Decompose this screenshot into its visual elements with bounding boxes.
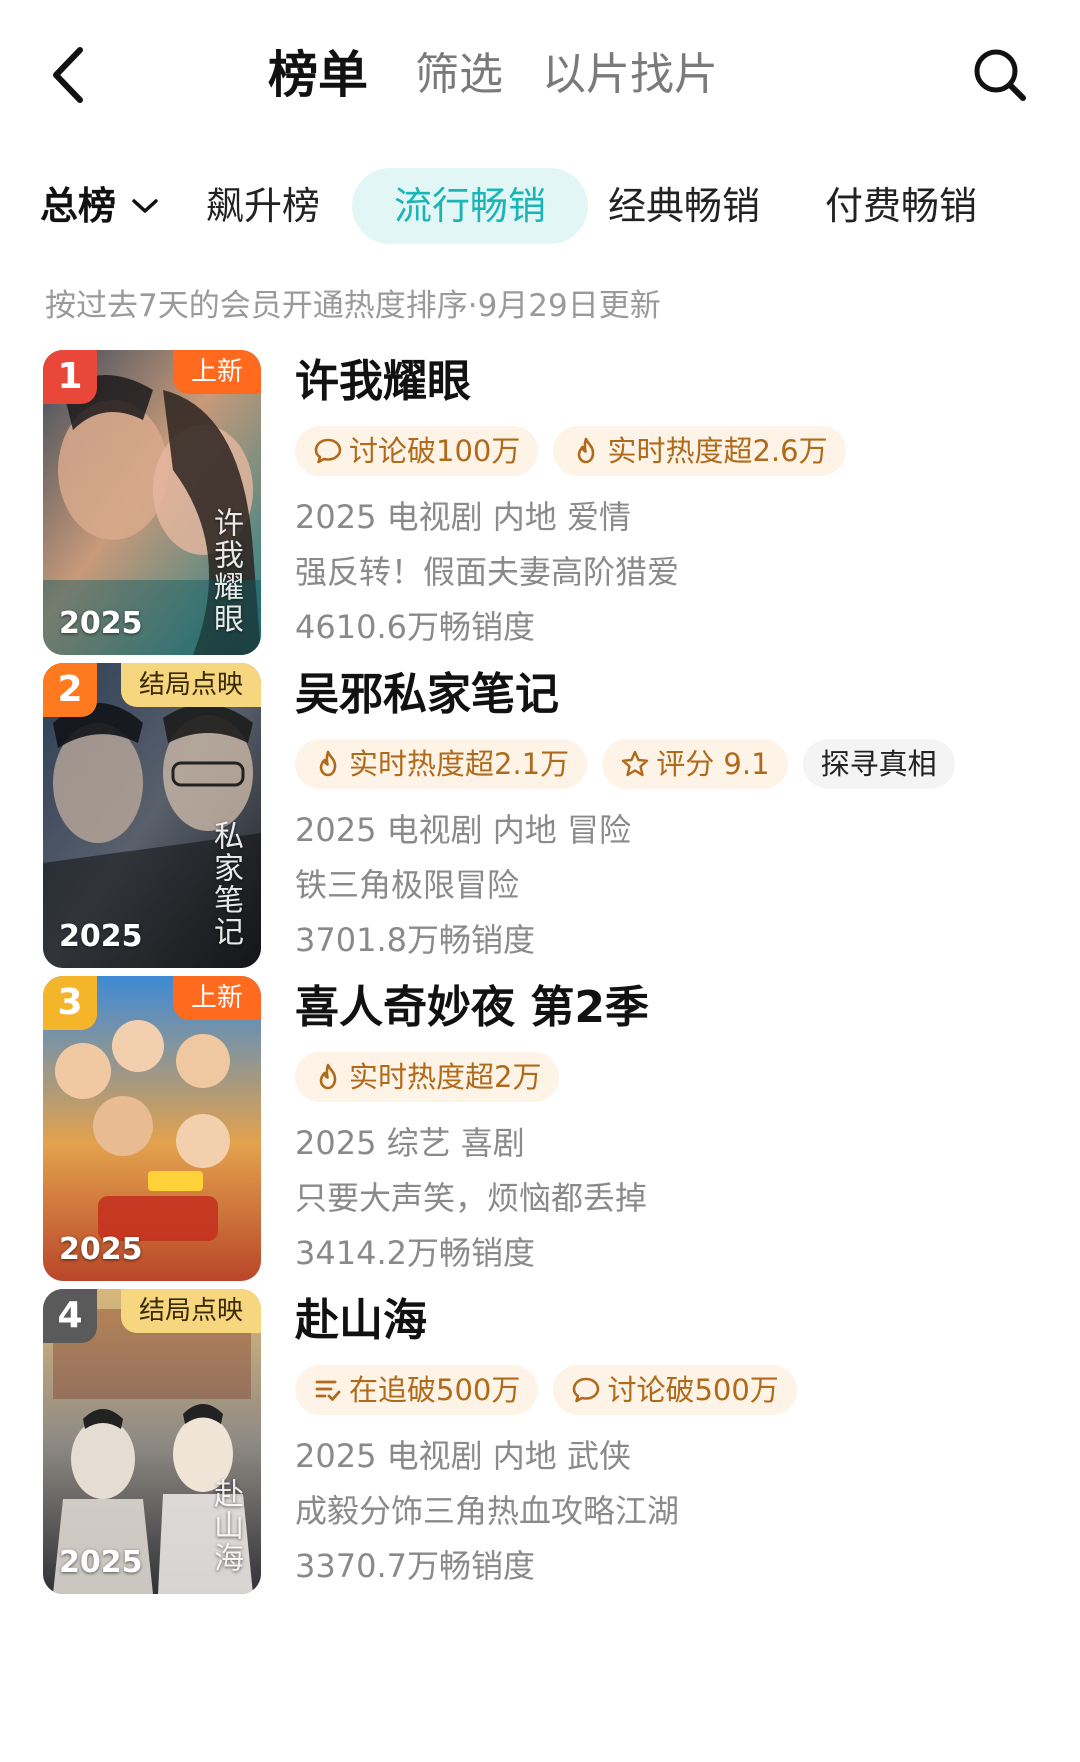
tag-text: 讨论破100万 (349, 434, 521, 468)
rank-badge: 2 (43, 663, 97, 717)
poster-image[interactable]: 3 上新 2025 (43, 976, 261, 1281)
chevron-down-icon (132, 198, 158, 213)
rank-badge: 3 (43, 976, 97, 1030)
tag-row: 在追破500万 讨论破500万 (295, 1365, 1055, 1415)
top-bar: 榜单 筛选 以片找片 (0, 0, 1080, 150)
item-meta: 2025 电视剧 内地 爱情 (295, 498, 631, 536)
poster-title-text: 许我耀眼 (208, 507, 243, 635)
tag-row: 实时热度超2.1万 评分 9.1 探寻真相 (295, 739, 1055, 789)
item-sales: 3414.2万畅销度 (295, 1234, 535, 1272)
tab-find-by-clip[interactable]: 以片找片 (542, 40, 718, 110)
tag-heat: 实时热度超2.6万 (553, 426, 846, 476)
item-meta: 2025 电视剧 内地 武侠 (295, 1437, 631, 1475)
item-sales: 3370.7万畅销度 (295, 1547, 535, 1585)
poster-image[interactable]: 4 结局点映 赴山海 2025 (43, 1289, 261, 1594)
tag-theme[interactable]: 探寻真相 (802, 739, 955, 789)
flame-icon (319, 750, 337, 776)
tag-rating: 评分 9.1 (602, 739, 788, 789)
search-icon (974, 49, 1026, 101)
tag-heat: 实时热度超2万 (295, 1052, 560, 1102)
item-meta: 2025 电视剧 内地 冒险 (295, 811, 631, 849)
item-description: 强反转！假面夫妻高阶猎爱 (295, 553, 680, 591)
comment-icon (573, 1377, 600, 1402)
item-meta: 2025 综艺 喜剧 (295, 1124, 525, 1162)
flame-icon (319, 1063, 337, 1089)
list-icon (315, 1380, 341, 1401)
item-title[interactable]: 许我耀眼 (295, 350, 1055, 414)
tag-text: 在追破500万 (349, 1373, 521, 1407)
category-classic[interactable]: 经典畅销 (608, 168, 760, 244)
tag-text: 实时热度超2.6万 (607, 434, 828, 468)
tag-discussion: 讨论破500万 (553, 1365, 797, 1415)
poster-year: 2025 (59, 1232, 143, 1267)
ranking-hint: 按过去7天的会员开通热度排序·9月29日更新 (45, 288, 661, 324)
item-sales: 3701.8万畅销度 (295, 921, 535, 959)
poster-title-text: 赴山海 (208, 1478, 243, 1574)
star-icon (622, 750, 649, 776)
item-description: 成毅分饰三角热血攻略江湖 (295, 1492, 680, 1530)
chevron-left-icon (53, 47, 83, 103)
item-info: 喜人奇妙夜 第2季 实时热度超2万 2025 综艺 喜剧 只要大声笑，烦恼都丢掉… (295, 976, 1055, 1281)
rank-badge: 1 (43, 350, 97, 404)
search-button[interactable] (965, 40, 1035, 110)
tag-row: 实时热度超2万 (295, 1052, 1055, 1102)
item-title[interactable]: 喜人奇妙夜 第2季 (295, 976, 1055, 1040)
list-item[interactable]: 3 上新 2025 喜人奇妙夜 第2季 实时热度超2万 2025 综艺 喜剧 只… (0, 976, 1080, 1288)
item-description: 铁三角极限冒险 (295, 866, 520, 904)
poster-year: 2025 (59, 606, 143, 641)
tag-text: 评分 9.1 (656, 747, 770, 781)
poster-title-text: 私家笔记 (208, 820, 243, 948)
category-paid[interactable]: 付费畅销 (825, 168, 977, 244)
item-title[interactable]: 赴山海 (295, 1289, 1055, 1353)
tab-filter[interactable]: 筛选 (415, 40, 503, 110)
list-item[interactable]: 4 结局点映 赴山海 2025 赴山海 在追破500万 讨论破500万 2025… (0, 1289, 1080, 1601)
tag-heat: 实时热度超2.1万 (295, 739, 588, 789)
tag-text: 实时热度超2.1万 (349, 747, 570, 781)
category-label: 总榜 (40, 184, 117, 228)
category-tabs: 总榜 飙升榜 流行畅销 经典畅销 付费畅销 (0, 168, 1080, 244)
item-sales: 4610.6万畅销度 (295, 608, 535, 646)
item-info: 赴山海 在追破500万 讨论破500万 2025 电视剧 内地 武侠 成毅分饰三… (295, 1289, 1055, 1594)
back-button[interactable] (40, 40, 110, 110)
poster-image[interactable]: 2 结局点映 私家笔记 2025 (43, 663, 261, 968)
flame-icon (578, 437, 595, 463)
item-info: 吴邪私家笔记 实时热度超2.1万 评分 9.1 探寻真相 2025 电视剧 内地… (295, 663, 1055, 968)
poster-image[interactable]: 1 上新 许我耀眼 2025 (43, 350, 261, 655)
list-item[interactable]: 1 上新 许我耀眼 2025 许我耀眼 讨论破100万 实时热度超2.6万 20… (0, 350, 1080, 662)
tag-discussion: 讨论破100万 (295, 426, 539, 476)
comment-icon (314, 438, 342, 463)
tab-rankings[interactable]: 榜单 (268, 40, 368, 110)
category-overall[interactable]: 总榜 (40, 168, 160, 244)
rank-badge: 4 (43, 1289, 97, 1343)
tag-following: 在追破500万 (295, 1365, 539, 1415)
category-rising[interactable]: 飙升榜 (206, 168, 320, 244)
category-popular[interactable]: 流行畅销 (352, 168, 589, 244)
tag-row: 讨论破100万 实时热度超2.6万 (295, 426, 1055, 476)
tag-text: 实时热度超2万 (349, 1060, 542, 1094)
status-badge: 上新 (172, 976, 261, 1020)
poster-year: 2025 (59, 1545, 143, 1580)
poster-year: 2025 (59, 919, 143, 954)
list-item[interactable]: 2 结局点映 私家笔记 2025 吴邪私家笔记 实时热度超2.1万 评分 9.1… (0, 663, 1080, 975)
status-badge: 结局点映 (120, 1289, 261, 1333)
status-badge: 结局点映 (120, 663, 261, 707)
item-info: 许我耀眼 讨论破100万 实时热度超2.6万 2025 电视剧 内地 爱情 强反… (295, 350, 1055, 655)
tag-text: 讨论破500万 (607, 1373, 779, 1407)
item-description: 只要大声笑，烦恼都丢掉 (295, 1179, 648, 1217)
status-badge: 上新 (172, 350, 261, 394)
item-title[interactable]: 吴邪私家笔记 (295, 663, 1055, 727)
